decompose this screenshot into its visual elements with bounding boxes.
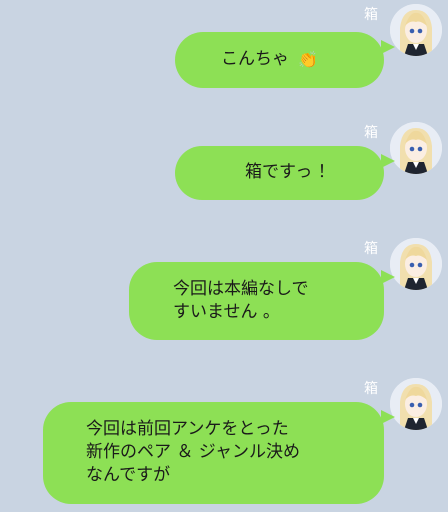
message-row: 箱 今回は前回アンケをとった 新作のペア ＆ ジャンル決め なんですが	[0, 378, 448, 508]
clapping-hands-icon: 👏	[298, 50, 318, 69]
bubble-tail	[381, 154, 395, 168]
avatar[interactable]	[390, 378, 442, 430]
message-row: 箱 こんちゃ 👏	[0, 4, 448, 88]
message-bubble[interactable]: 今回は本編なしで すいません 。	[129, 262, 384, 340]
bubble-tail	[381, 270, 395, 284]
sender-name: 箱	[364, 7, 378, 23]
chat-view: 箱 こんちゃ 👏 箱 箱ですっ ！ 箱 今回は本編なしで すいません 。 箱 今…	[0, 0, 448, 512]
message-row: 箱 箱ですっ ！	[0, 122, 448, 202]
avatar[interactable]	[390, 238, 442, 290]
sender-name: 箱	[364, 241, 378, 257]
message-bubble[interactable]: こんちゃ 👏	[175, 32, 384, 88]
bubble-tail	[381, 410, 395, 424]
bubble-tail	[381, 40, 395, 54]
avatar[interactable]	[390, 4, 442, 56]
message-bubble[interactable]: 箱ですっ ！	[175, 146, 384, 200]
sender-name: 箱	[364, 381, 378, 397]
message-row: 箱 今回は本編なしで すいません 。	[0, 238, 448, 344]
avatar[interactable]	[390, 122, 442, 174]
sender-name: 箱	[364, 125, 378, 141]
message-bubble[interactable]: 今回は前回アンケをとった 新作のペア ＆ ジャンル決め なんですが	[43, 402, 384, 504]
